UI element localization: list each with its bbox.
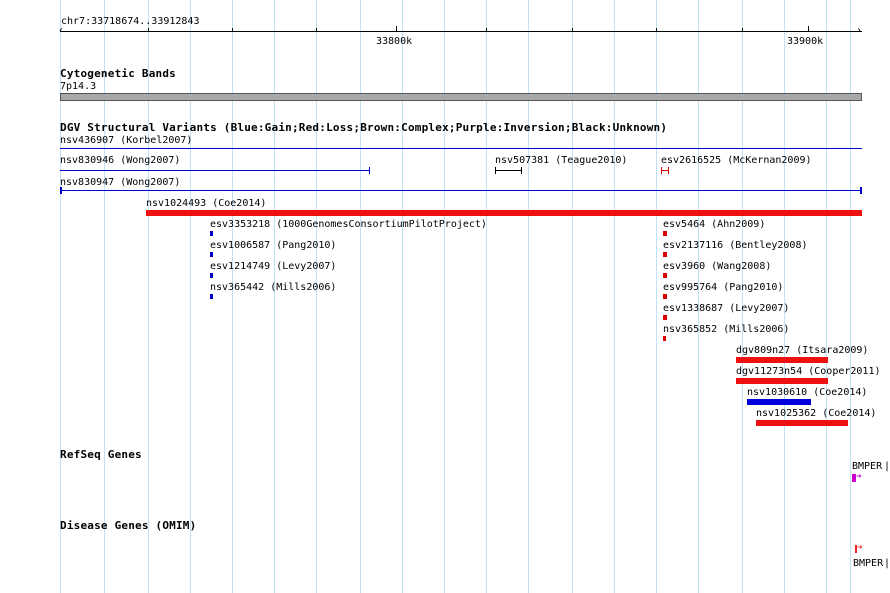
- dgv-feature-label: esv1006587 (Pang2010): [210, 240, 337, 251]
- ruler-range-label: chr7:33718674..33912843: [61, 16, 200, 27]
- arrow-right-icon: ➜: [856, 472, 862, 482]
- dgv-feature-label: dgv11273n54 (Cooper2011): [736, 366, 881, 377]
- dgv-feature-bar[interactable]: [663, 252, 667, 257]
- dgv-feature-label: esv2137116 (Bentley2008): [663, 240, 808, 251]
- dgv-feature-bar[interactable]: [736, 378, 828, 384]
- dgv-feature-bar[interactable]: [663, 231, 667, 236]
- ruler-major-tick: [396, 26, 397, 32]
- cytoband-label: 7p14.3: [60, 81, 97, 92]
- dgv-feature-label: nsv507381 (Teague2010): [495, 155, 628, 166]
- ruler-major-label: 33900k: [787, 36, 824, 47]
- dgv-feature-label: nsv1025362 (Coe2014): [756, 408, 877, 419]
- dgv-feature-label: esv5464 (Ahn2009): [663, 219, 766, 230]
- dgv-feature-bar[interactable]: [663, 315, 667, 320]
- dgv-feature-label: nsv365852 (Mills2006): [663, 324, 790, 335]
- dgv-feature-bar[interactable]: [60, 148, 862, 149]
- cytoband-bar[interactable]: [60, 93, 862, 101]
- ruler-major-label: 33800k: [376, 36, 413, 47]
- refseq-gene-label[interactable]: BMPER: [852, 461, 882, 472]
- dgv-feature-label: esv3353218 (1000GenomesConsortiumPilotPr…: [210, 219, 487, 230]
- dgv-feature-bar[interactable]: [663, 273, 667, 278]
- dgv-feature-bar[interactable]: [60, 170, 370, 171]
- dgv-feature-label: dgv809n27 (Itsara2009): [736, 345, 869, 356]
- dgv-feature-label: nsv365442 (Mills2006): [210, 282, 337, 293]
- dgv-feature-bar[interactable]: [210, 252, 213, 257]
- dgv-feature-bar[interactable]: [210, 273, 213, 278]
- dgv-feature-label: esv995764 (Pang2010): [663, 282, 784, 293]
- dgv-feature-label: esv1338687 (Levy2007): [663, 303, 790, 314]
- dgv-feature-label: nsv436907 (Korbel2007): [60, 135, 193, 146]
- dgv-feature-label: nsv830947 (Wong2007): [60, 177, 181, 188]
- dgv-track-title: DGV Structural Variants (Blue:Gain;Red:L…: [60, 121, 668, 134]
- dgv-feature-label: esv3960 (Wang2008): [663, 261, 772, 272]
- dgv-feature-label: nsv830946 (Wong2007): [60, 155, 181, 166]
- dgv-feature-bar[interactable]: [747, 399, 811, 405]
- cytoband-track-title: Cytogenetic Bands: [60, 67, 176, 80]
- omim-gene-label[interactable]: BMPER: [853, 558, 883, 569]
- dgv-feature-bar[interactable]: [663, 336, 666, 341]
- flag-arrow-icon: ➜: [857, 543, 863, 553]
- dgv-feature-label: nsv1024493 (Coe2014): [146, 198, 267, 209]
- ruler-major-tick: [808, 26, 809, 32]
- ruler-left-arrow: ‹: [58, 25, 65, 36]
- omim-track-title: Disease Genes (OMIM): [60, 519, 197, 532]
- dgv-feature-bar[interactable]: [60, 190, 862, 191]
- dgv-feature-label: esv2616525 (McKernan2009): [661, 155, 812, 166]
- dgv-feature-label: nsv1030610 (Coe2014): [747, 387, 868, 398]
- dgv-feature-bar[interactable]: [210, 231, 213, 236]
- dgv-feature-bar[interactable]: [146, 210, 862, 216]
- dgv-feature-bar[interactable]: [736, 357, 828, 363]
- ruler-right-arrow: ›: [856, 25, 863, 36]
- dgv-feature-bar[interactable]: [210, 294, 213, 299]
- dgv-feature-bar[interactable]: [663, 294, 667, 299]
- dgv-feature-bar[interactable]: [495, 170, 522, 171]
- dgv-feature-label: esv1214749 (Levy2007): [210, 261, 337, 272]
- refseq-track-title: RefSeq Genes: [60, 448, 142, 461]
- dgv-feature-bar[interactable]: [756, 420, 848, 426]
